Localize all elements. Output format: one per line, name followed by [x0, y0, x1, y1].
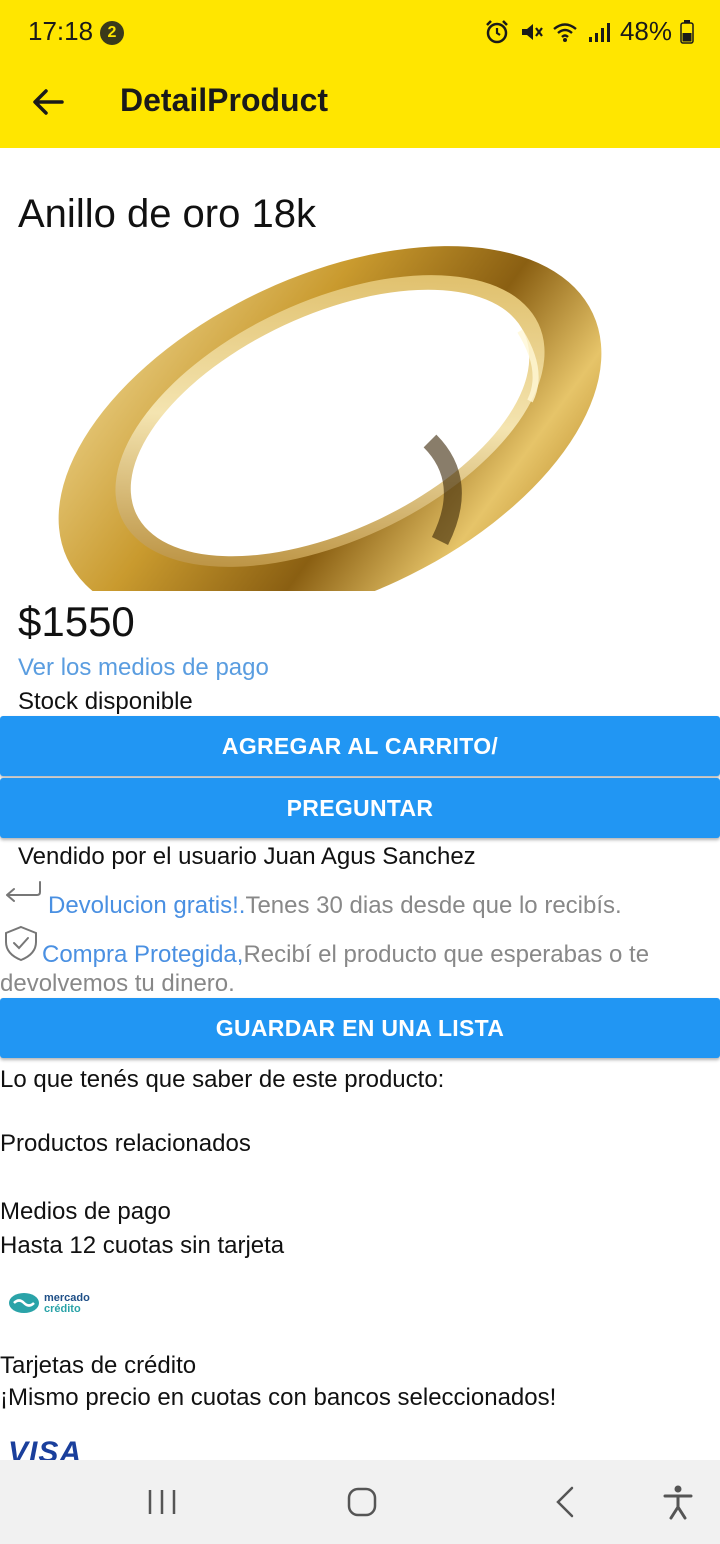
arrow-left-icon[interactable] — [28, 82, 68, 122]
free-return-text: Tenes 30 dias desde que lo recibís. — [245, 892, 622, 919]
protected-purchase-info: Compra Protegida,Recibí el producto que … — [0, 940, 700, 998]
payment-methods-heading: Medios de pago — [0, 1198, 171, 1225]
mercado-credito-word-2: crédito — [44, 1303, 81, 1315]
home-icon[interactable] — [342, 1482, 382, 1522]
return-arrow-icon — [6, 881, 41, 902]
gold-ring-image — [0, 241, 620, 591]
related-products-heading: Productos relacionados — [0, 1130, 251, 1157]
mute-icon — [521, 23, 543, 40]
status-bar: 17:18 2 48% — [0, 0, 720, 64]
alarm-icon — [486, 19, 508, 43]
back-icon[interactable] — [546, 1482, 586, 1522]
battery-icon — [680, 19, 694, 44]
notification-count-badge: 2 — [100, 21, 124, 45]
page-title: DetailProduct — [120, 82, 329, 118]
status-icons: 48% — [484, 16, 694, 47]
status-time: 17:18 — [28, 16, 94, 46]
wifi-icon — [553, 22, 577, 42]
stock-status: Stock disponible — [18, 688, 193, 715]
payment-methods-link[interactable]: Ver los medios de pago — [18, 654, 269, 682]
installments-text: Hasta 12 cuotas sin tarjeta — [0, 1232, 285, 1259]
product-title: Anillo de oro 18k — [18, 192, 316, 236]
free-return-highlight: Devolucion gratis!. — [48, 892, 246, 919]
system-navigation-bar — [0, 1460, 720, 1544]
credit-cards-heading: Tarjetas de crédito — [0, 1352, 197, 1379]
save-to-list-button[interactable]: GUARDAR EN UNA LISTA — [0, 998, 720, 1058]
accessibility-icon[interactable] — [658, 1482, 698, 1522]
recents-icon[interactable] — [142, 1482, 182, 1522]
credit-cards-promo: ¡Mismo precio en cuotas con bancos selec… — [0, 1384, 557, 1411]
ask-button[interactable]: PREGUNTAR — [0, 778, 720, 838]
seller-info: Vendido por el usuario Juan Agus Sanchez — [18, 843, 476, 870]
signal-icon — [588, 22, 610, 42]
free-return-info: Devolucion gratis!.Tenes 30 dias desde q… — [48, 892, 622, 920]
product-price: $1550 — [18, 598, 135, 645]
add-to-cart-button[interactable]: AGREGAR AL CARRITO/ — [0, 716, 720, 776]
mercado-credito-logo: mercado crédito — [9, 1292, 90, 1315]
product-about-heading: Lo que tenés que saber de este producto: — [0, 1066, 445, 1093]
protected-purchase-highlight: Compra Protegida, — [42, 941, 244, 968]
battery-percentage: 48% — [619, 16, 672, 46]
app-bar: DetailProduct — [0, 64, 720, 148]
